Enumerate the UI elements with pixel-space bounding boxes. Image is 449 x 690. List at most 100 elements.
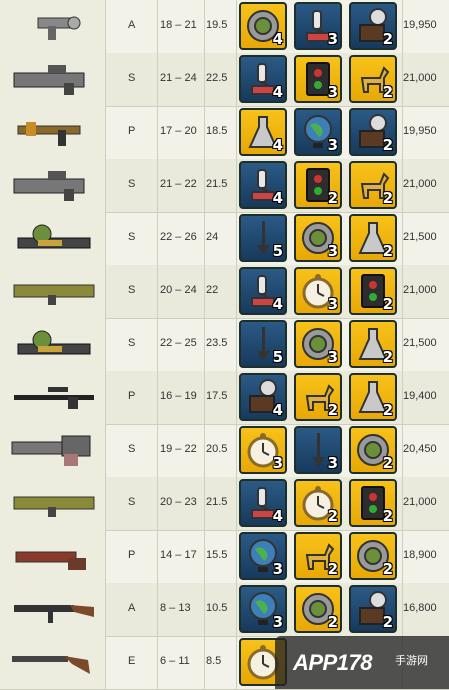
item-quantity: 2: [327, 613, 338, 631]
average-damage-cell-text: 19.5: [206, 19, 228, 31]
gatling-laser-icon: [13, 171, 85, 201]
price-cell: 21,000: [403, 53, 449, 106]
damage-cell: 21 – 24: [158, 53, 205, 106]
rarity-cell-text: A: [128, 602, 136, 614]
item-quantity: 3: [327, 348, 338, 366]
item-slot: 3: [294, 426, 342, 474]
item-slot: 2: [294, 479, 342, 527]
flamer-icon: [15, 551, 86, 570]
damage-cell-text: 21 – 24: [160, 72, 197, 84]
required-items-cell: 5 3 2: [237, 318, 403, 371]
price-text: 21,000: [403, 72, 437, 84]
damage-cell: 6 – 11: [158, 636, 205, 689]
damage-cell: 18 – 21: [158, 0, 205, 53]
average-damage-cell: 15.5: [205, 530, 237, 583]
rarity-cell: A: [106, 0, 158, 53]
item-quantity: 2: [382, 83, 393, 101]
price-text: 18,900: [403, 549, 437, 561]
rarity-cell: S: [106, 159, 158, 212]
item-slot: 3: [239, 426, 287, 474]
item-slot: 2: [349, 532, 397, 580]
average-damage-cell: 17.5: [205, 371, 237, 424]
price-cell: 16,800: [403, 583, 449, 636]
rarity-cell: P: [106, 530, 158, 583]
item-slot: 2: [349, 2, 397, 50]
price-cell: 19,950: [403, 0, 449, 53]
average-damage-cell: 23.5: [205, 318, 237, 371]
rarity-cell: S: [106, 477, 158, 530]
item-quantity: 3: [327, 295, 338, 313]
item-slot: 2: [349, 214, 397, 262]
item-quantity: 2: [327, 401, 338, 419]
damage-cell-text: 22 – 25: [160, 337, 197, 349]
rarity-cell-text: S: [128, 337, 136, 349]
price-text: 21,000: [403, 496, 437, 508]
damage-cell: 8 – 13: [158, 583, 205, 636]
damage-cell-text: 17 – 20: [160, 125, 197, 137]
rarity-cell: S: [106, 265, 158, 318]
item-slot: 2: [349, 426, 397, 474]
price-cell: 21,500: [403, 212, 449, 265]
damage-cell: 17 – 20: [158, 106, 205, 159]
average-damage-cell: 21.5: [205, 477, 237, 530]
item-slot: 4: [239, 2, 287, 50]
item-quantity: 4: [272, 83, 283, 101]
item-quantity: 2: [327, 189, 338, 207]
damage-cell: 20 – 24: [158, 265, 205, 318]
price-cell: 21,000: [403, 477, 449, 530]
damage-cell-text: 18 – 21: [160, 19, 197, 31]
rarity-cell-text: S: [128, 178, 136, 190]
weapon-cell: [0, 212, 106, 265]
damage-cell-text: 21 – 22: [160, 178, 197, 190]
damage-cell: 14 – 17: [158, 530, 205, 583]
item-slot: 2: [349, 320, 397, 368]
sniper-rifle-icon: [14, 387, 94, 409]
required-items-cell: 4 2 2: [237, 477, 403, 530]
rarity-cell-text: S: [128, 284, 136, 296]
required-items-cell: 3 2 2: [237, 530, 403, 583]
item-quantity: 2: [382, 507, 393, 525]
fat-man-icon: [17, 330, 91, 355]
table-row: S 20 – 24 22 4 3 2 21,000: [0, 265, 449, 319]
item-quantity: 2: [382, 189, 393, 207]
item-quantity: 4: [272, 136, 283, 154]
item-quantity: 4: [272, 189, 283, 207]
rarity-cell: S: [106, 212, 158, 265]
price-text: 21,000: [403, 284, 437, 296]
item-slot: 4: [239, 267, 287, 315]
rarity-cell-text: S: [128, 496, 136, 508]
weapon-cell: [0, 318, 106, 371]
required-items-cell: 4 2 2: [237, 159, 403, 212]
rarity-cell: A: [106, 583, 158, 636]
item-slot: 2: [349, 373, 397, 421]
average-damage-cell: 8.5: [205, 636, 237, 689]
table-row: S 20 – 23 21.5 4 2 2 21,000: [0, 477, 449, 531]
item-quantity: 3: [327, 83, 338, 101]
average-damage-cell: 20.5: [205, 424, 237, 477]
table-row: P 14 – 17 15.5 3 2 2 18,900: [0, 530, 449, 584]
item-slot: 5: [239, 320, 287, 368]
rarity-cell-text: P: [128, 390, 136, 402]
price-cell: 20,450: [403, 424, 449, 477]
rarity-cell-text: E: [128, 655, 136, 667]
price-cell: 21,500: [403, 318, 449, 371]
watermark-subtext: 手游网: [395, 655, 428, 667]
item-quantity: 2: [382, 401, 393, 419]
item-quantity: 3: [327, 242, 338, 260]
item-quantity: 5: [272, 242, 283, 260]
fat-man-icon: [17, 224, 91, 249]
damage-cell-text: 8 – 13: [160, 602, 191, 614]
item-slot: 4: [239, 108, 287, 156]
item-slot: 4: [239, 479, 287, 527]
item-slot: 3: [294, 108, 342, 156]
damage-cell-text: 20 – 23: [160, 496, 197, 508]
average-damage-cell-text: 8.5: [206, 655, 222, 667]
missile-launcher-icon: [13, 284, 95, 305]
item-slot: 4: [239, 373, 287, 421]
average-damage-cell-text: 21.5: [206, 496, 228, 508]
item-quantity: 4: [272, 401, 283, 419]
required-items-cell: 4 3 2: [237, 53, 403, 106]
item-quantity: 5: [272, 348, 283, 366]
item-slot: 5: [239, 214, 287, 262]
damage-cell: 19 – 22: [158, 424, 205, 477]
